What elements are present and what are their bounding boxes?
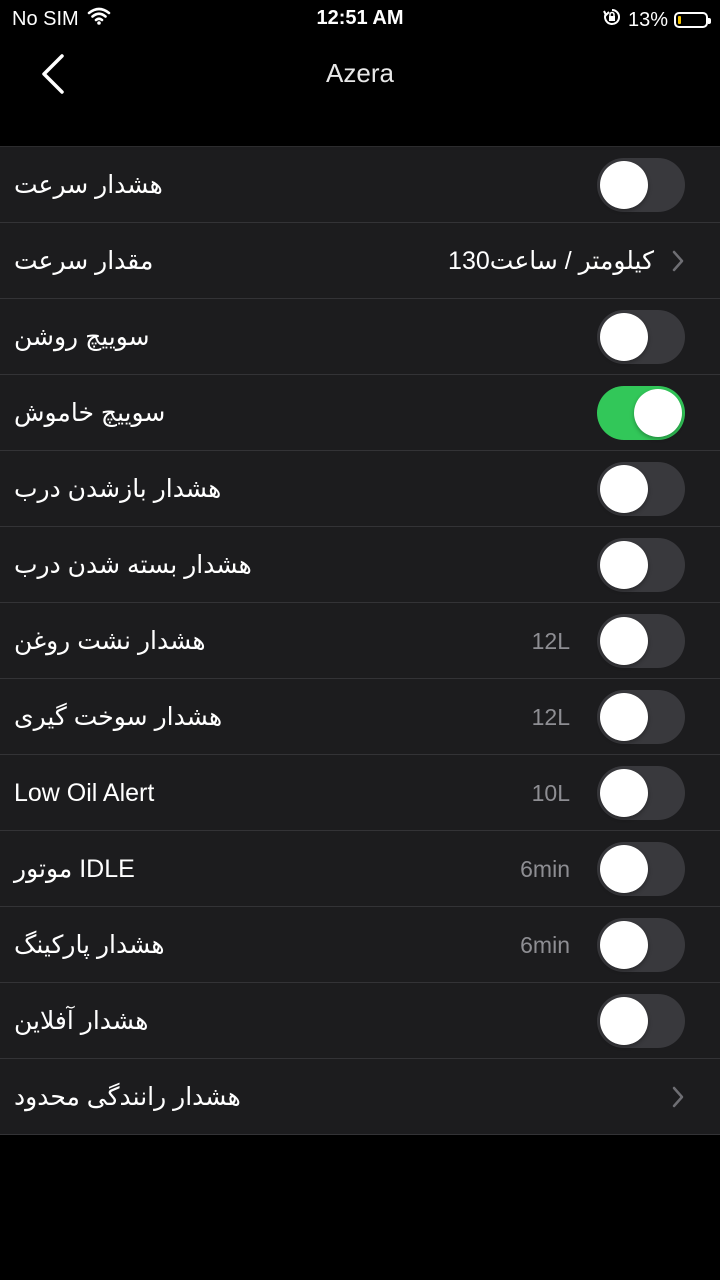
settings-row: سوییچ خاموش [0, 375, 720, 451]
settings-row: هشدار بازشدن درب [0, 451, 720, 527]
toggle-knob [600, 313, 648, 361]
row-label: هشدار آفلاین [14, 1007, 149, 1035]
row-label: هشدار سرعت [14, 171, 163, 199]
settings-row: هشدار سرعت [0, 147, 720, 223]
battery-icon [674, 12, 711, 28]
toggle-switch[interactable] [597, 842, 685, 896]
toggle-switch[interactable] [597, 690, 685, 744]
toggle-switch[interactable] [597, 614, 685, 668]
settings-row: هشدار بسته شدن درب [0, 527, 720, 603]
toggle-switch[interactable] [597, 994, 685, 1048]
settings-row[interactable]: مقدار سرعت 130کیلومتر / ساعت [0, 223, 720, 299]
toggle-knob [600, 845, 648, 893]
row-label: هشدار پارکینگ [14, 931, 165, 959]
toggle-knob [600, 921, 648, 969]
row-label: موتور IDLE [14, 855, 135, 883]
row-label: هشدار بازشدن درب [14, 475, 222, 503]
settings-row: هشدار سوخت گیری 12L [0, 679, 720, 755]
settings-row[interactable]: هشدار رانندگی محدود [0, 1059, 720, 1135]
row-label: مقدار سرعت [14, 247, 154, 275]
toggle-switch[interactable] [597, 766, 685, 820]
settings-row: موتور IDLE 6min [0, 831, 720, 907]
toggle-switch[interactable] [597, 310, 685, 364]
row-value: 6min [520, 932, 570, 958]
row-label: Low Oil Alert [14, 779, 155, 807]
toggle-knob [600, 769, 648, 817]
settings-row: هشدار نشت روغن 12L [0, 603, 720, 679]
row-label: هشدار نشت روغن [14, 627, 206, 655]
orientation-lock-icon [602, 7, 622, 33]
row-value: 130کیلومتر / ساعت [448, 247, 654, 275]
settings-row: هشدار آفلاین [0, 983, 720, 1059]
toggle-knob [600, 541, 648, 589]
row-value: 10L [531, 780, 570, 806]
row-value: 6min [520, 856, 570, 882]
back-button[interactable] [30, 50, 80, 100]
chevron-right-icon [672, 250, 684, 272]
toggle-knob [600, 997, 648, 1045]
toggle-knob [600, 617, 648, 665]
row-value: 12L [531, 704, 570, 730]
battery-fill [678, 16, 681, 24]
settings-row: Low Oil Alert 10L [0, 755, 720, 831]
toggle-knob [600, 161, 648, 209]
page-title: Azera [326, 58, 394, 88]
toggle-switch[interactable] [597, 462, 685, 516]
row-label: هشدار رانندگی محدود [14, 1083, 241, 1111]
row-label: سوییچ خاموش [14, 399, 166, 427]
row-label: هشدار سوخت گیری [14, 703, 223, 731]
navigation-bar: Azera [0, 36, 720, 112]
toggle-switch[interactable] [597, 158, 685, 212]
row-label: سوییچ روشن [14, 323, 150, 351]
toggle-knob [600, 465, 648, 513]
toggle-switch[interactable] [597, 386, 685, 440]
settings-row: سوییچ روشن [0, 299, 720, 375]
toggle-knob [600, 693, 648, 741]
settings-row: هشدار پارکینگ 6min [0, 907, 720, 983]
chevron-right-icon [672, 1086, 684, 1108]
chevron-left-icon [42, 54, 64, 94]
row-value: 12L [531, 628, 570, 654]
settings-list: هشدار سرعت مقدار سرعت 130کیلومتر / ساعت سوی… [0, 146, 720, 1135]
toggle-knob [634, 389, 682, 437]
toggle-switch[interactable] [597, 538, 685, 592]
row-label: هشدار بسته شدن درب [14, 551, 252, 579]
toggle-switch[interactable] [597, 918, 685, 972]
battery-percentage: 13% [627, 8, 668, 31]
status-bar: No SIM 12:51 AM 13% [0, 0, 720, 36]
